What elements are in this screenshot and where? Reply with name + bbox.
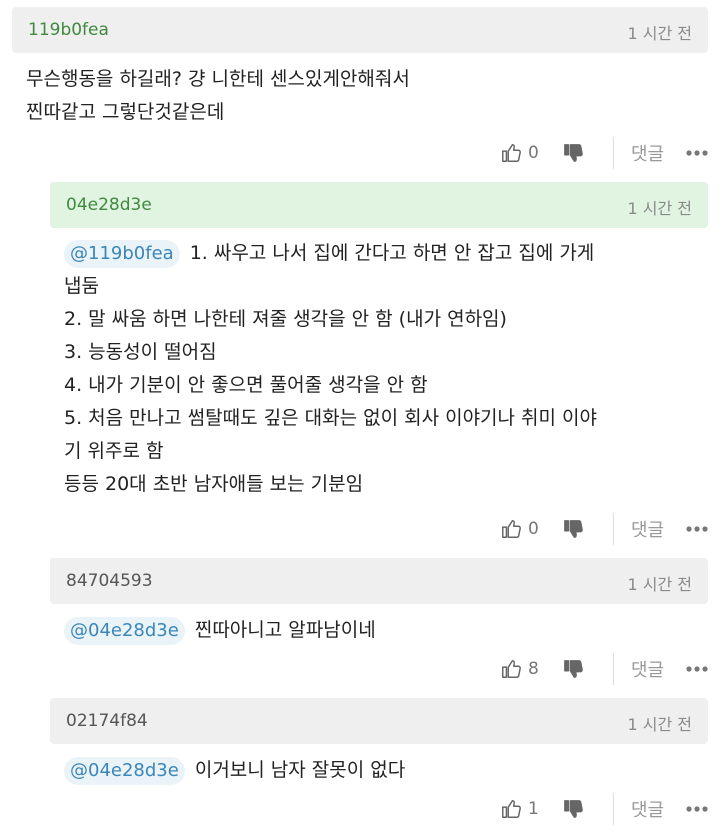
comment-line: @04e28d3e 찐따아니고 알파남이네 <box>64 614 698 647</box>
comment-text: 1. 싸우고 나서 집에 간다고 하면 안 잡고 집에 가게 <box>189 242 595 264</box>
reply-label: 댓글 <box>631 660 665 681</box>
comment-time: 1 시간 전 <box>627 24 692 43</box>
like-count: 1 <box>528 799 539 819</box>
mention-tag[interactable]: @04e28d3e <box>64 617 185 645</box>
comment-header: 02174f84 1 시간 전 <box>50 698 708 744</box>
thumbs-up-icon <box>500 798 522 820</box>
comment-04e28d3e: 04e28d3e 1 시간 전 @119b0fea 1. 싸우고 나서 집에 간다… <box>50 182 708 552</box>
reply-button[interactable]: 댓글 <box>631 133 664 173</box>
comment-body: @119b0fea 1. 싸우고 나서 집에 간다고 하면 안 잡고 집에 가게 … <box>64 237 698 501</box>
comment-line: 2. 말 싸움 하면 나한테 져줄 생각을 안 함 (내가 연하임) <box>64 308 507 330</box>
comment-body: 무슨행동을 하길래? 걍 니한테 센스있게안해줘서 찐따같고 그렇단것같은데 <box>26 63 698 129</box>
like-count: 8 <box>528 659 539 679</box>
action-separator <box>613 513 614 545</box>
dislike-button[interactable] <box>562 509 584 549</box>
comment-body: @04e28d3e 이거보니 남자 잘못이 없다 <box>64 754 698 787</box>
comment-body: @04e28d3e 찐따아니고 알파남이네 <box>64 614 698 647</box>
reply-button[interactable]: 댓글 <box>631 649 664 689</box>
action-separator <box>613 137 614 169</box>
comment-119b0fea: 119b0fea 1 시간 전 무슨행동을 하길래? 걍 니한테 센스있게안해줘… <box>12 7 708 169</box>
comment-author[interactable]: 84704593 <box>66 571 153 591</box>
dislike-button[interactable] <box>562 789 584 829</box>
comment-text: 찐따아니고 알파남이네 <box>194 619 376 641</box>
more-button[interactable] <box>686 509 708 549</box>
action-separator <box>613 793 614 825</box>
comment-actions: 0 댓글 <box>50 509 708 549</box>
comment-line: 찐따같고 그렇단것같은데 <box>26 101 225 123</box>
comment-line: @119b0fea 1. 싸우고 나서 집에 간다고 하면 안 잡고 집에 가게 <box>64 237 698 270</box>
comment-line: 4. 내가 기분이 안 좋으면 풀어줄 생각을 안 함 <box>64 374 428 396</box>
reply-button[interactable]: 댓글 <box>631 509 664 549</box>
comment-header: 119b0fea 1 시간 전 <box>12 7 708 53</box>
comment-line: 냅둠 <box>64 275 99 297</box>
reply-label: 댓글 <box>631 800 665 821</box>
like-button[interactable]: 0 <box>500 133 539 173</box>
comment-line: 기 위주로 함 <box>64 440 164 462</box>
like-count: 0 <box>528 143 539 163</box>
more-button[interactable] <box>686 133 708 173</box>
action-separator <box>613 653 614 685</box>
comment-author[interactable]: 04e28d3e <box>66 195 152 215</box>
more-button[interactable] <box>686 789 708 829</box>
comment-author[interactable]: 119b0fea <box>28 20 109 40</box>
thumbs-up-icon <box>500 658 522 680</box>
reply-button[interactable]: 댓글 <box>631 789 664 829</box>
mention-tag[interactable]: @04e28d3e <box>64 757 185 785</box>
reply-label: 댓글 <box>631 520 665 541</box>
mention-tag[interactable]: @119b0fea <box>64 240 180 268</box>
comment-header: 84704593 1 시간 전 <box>50 558 708 604</box>
comment-line: 5. 처음 만나고 썸탈때도 깊은 대화는 없이 회사 이야기나 취미 이야 <box>64 407 598 429</box>
comment-line: 무슨행동을 하길래? 걍 니한테 센스있게안해줘서 <box>26 68 410 90</box>
thumbs-down-icon <box>562 518 584 540</box>
thumbs-up-icon <box>500 518 522 540</box>
comment-84704593: 84704593 1 시간 전 @04e28d3e 찐따아니고 알파남이네 8 댓… <box>50 558 708 688</box>
comment-text: 이거보니 남자 잘못이 없다 <box>194 759 406 781</box>
more-dots-icon <box>686 666 708 672</box>
thumbs-down-icon <box>562 142 584 164</box>
more-dots-icon <box>686 150 708 156</box>
dislike-button[interactable] <box>562 649 584 689</box>
comment-actions: 8 댓글 <box>50 649 708 689</box>
like-count: 0 <box>528 519 539 539</box>
reply-label: 댓글 <box>631 144 665 165</box>
comment-line: @04e28d3e 이거보니 남자 잘못이 없다 <box>64 754 698 787</box>
comment-line: 등등 20대 초반 남자애들 보는 기분임 <box>64 473 364 495</box>
comment-line: 3. 능동성이 떨어짐 <box>64 341 217 363</box>
thumbs-down-icon <box>562 798 584 820</box>
more-dots-icon <box>686 526 708 532</box>
more-button[interactable] <box>686 649 708 689</box>
comment-actions: 0 댓글 <box>12 133 708 173</box>
comment-time: 1 시간 전 <box>627 575 692 594</box>
comment-actions: 1 댓글 <box>50 789 708 829</box>
comment-header: 04e28d3e 1 시간 전 <box>50 182 708 228</box>
comment-02174f84: 02174f84 1 시간 전 @04e28d3e 이거보니 남자 잘못이 없다 … <box>50 698 708 832</box>
more-dots-icon <box>686 806 708 812</box>
like-button[interactable]: 1 <box>500 789 539 829</box>
like-button[interactable]: 0 <box>500 509 539 549</box>
dislike-button[interactable] <box>562 133 584 173</box>
thumbs-up-icon <box>500 142 522 164</box>
like-button[interactable]: 8 <box>500 649 539 689</box>
comment-author[interactable]: 02174f84 <box>66 711 148 731</box>
comment-time: 1 시간 전 <box>627 199 692 218</box>
comment-time: 1 시간 전 <box>627 715 692 734</box>
thumbs-down-icon <box>562 658 584 680</box>
